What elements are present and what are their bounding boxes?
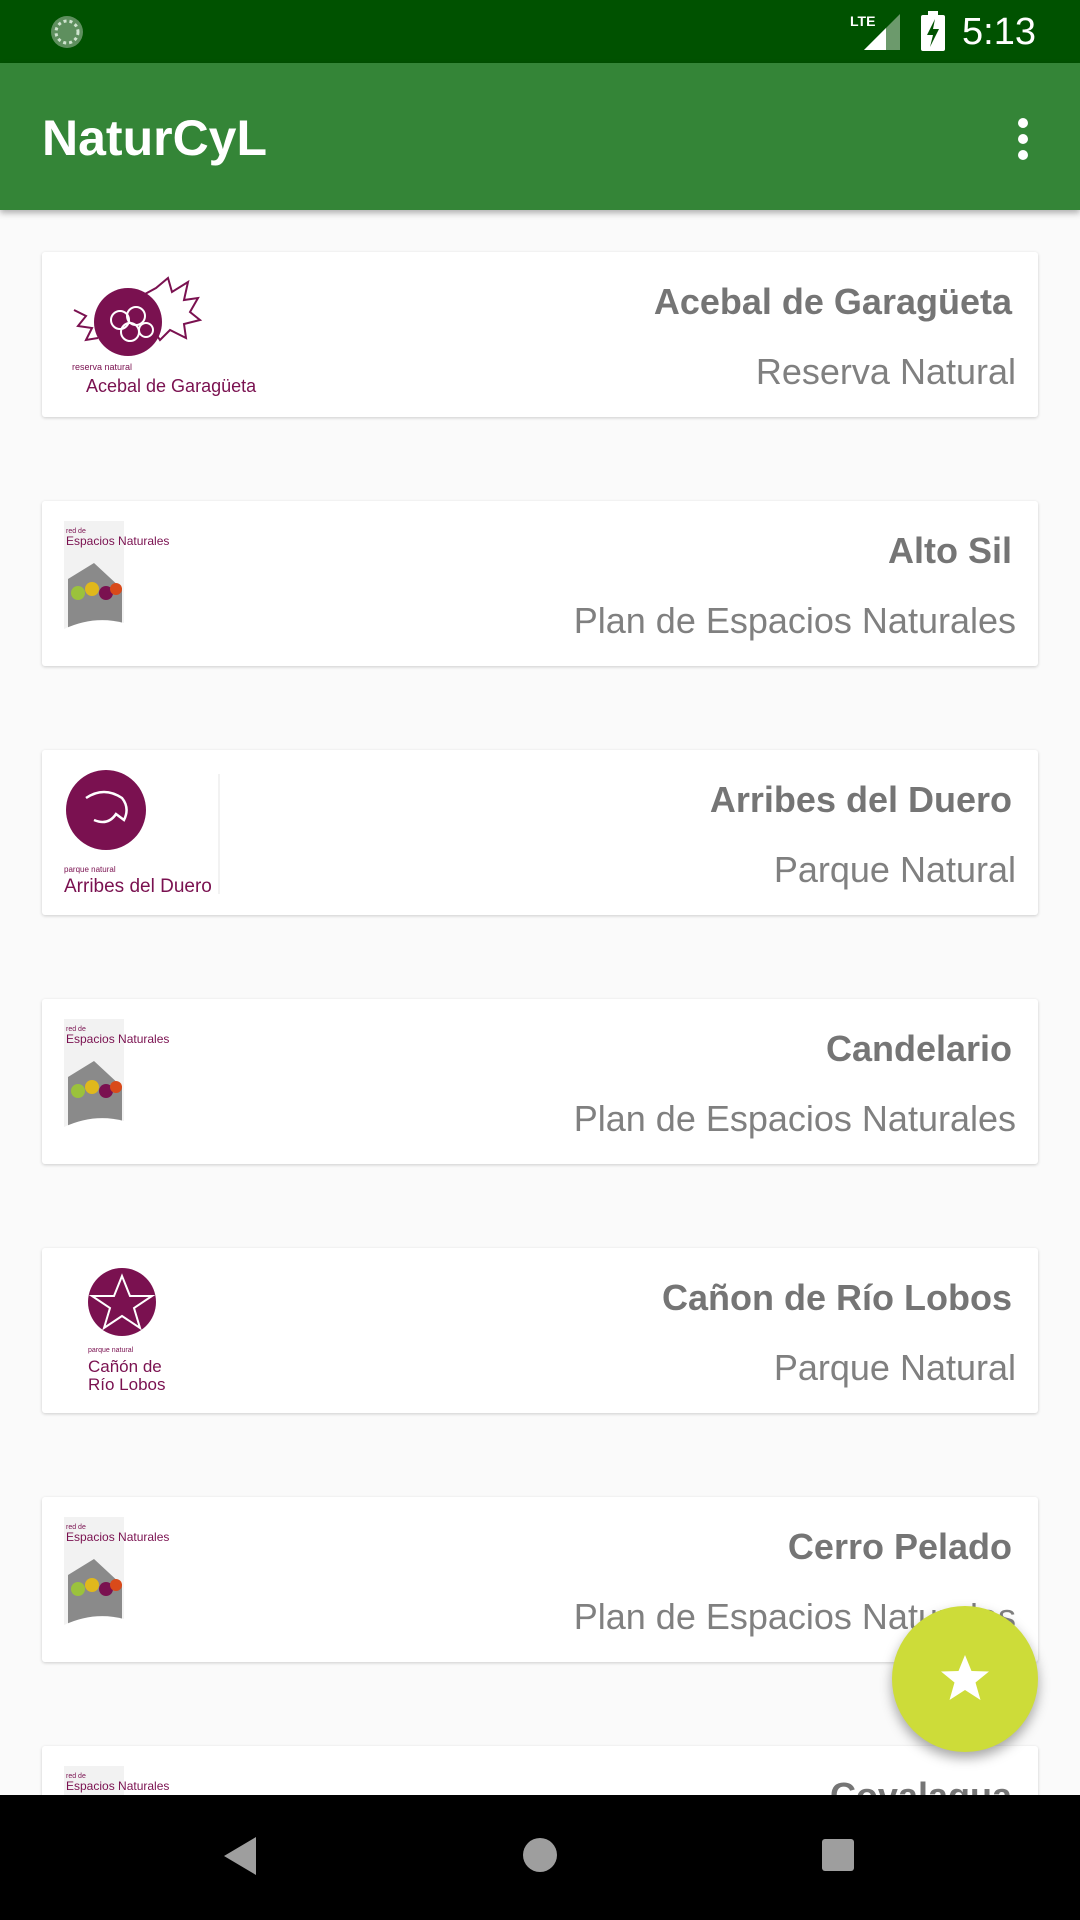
red-espacios-naturales-logo: red de Espacios Naturales — [64, 1517, 169, 1633]
svg-text:Espacios Naturales: Espacios Naturales — [66, 534, 169, 548]
red-espacios-naturales-logo: red de Espacios Naturales — [64, 1019, 169, 1135]
arribes-del-duero-logo: parque natural Arribes del Duero — [64, 770, 220, 897]
app-bar: NaturCyL — [0, 63, 1080, 210]
navigation-bar — [0, 1795, 1080, 1920]
star-icon — [941, 1655, 989, 1700]
recents-icon[interactable] — [820, 1837, 856, 1873]
list-item[interactable]: parque natural Cañón de Río Lobos Cañon … — [42, 1248, 1038, 1413]
svg-text:Espacios Naturales: Espacios Naturales — [66, 1032, 169, 1046]
home-icon[interactable] — [520, 1835, 560, 1875]
svg-text:Espacios Naturales: Espacios Naturales — [66, 1779, 169, 1793]
spaces-list[interactable]: reserva natural Acebal de Garagüeta Aceb… — [0, 210, 1080, 1795]
red-espacios-naturales-logo: red de Espacios Naturales — [64, 1766, 169, 1795]
list-item[interactable]: red de Espacios Naturales Alto Sil Plan … — [42, 501, 1038, 666]
space-name: Candelario — [825, 1028, 1012, 1069]
list-item[interactable]: red de Espacios Naturales Covalagua — [42, 1746, 1038, 1795]
svg-text:Cañón de: Cañón de — [88, 1357, 162, 1376]
overflow-menu-icon[interactable] — [1005, 115, 1041, 163]
acebal-de-garagueta-logo: reserva natural Acebal de Garagüeta — [72, 276, 257, 396]
lte-signal-icon: LTE — [850, 13, 900, 50]
back-icon[interactable] — [222, 1835, 258, 1877]
space-type: Parque Natural — [773, 1347, 1016, 1388]
canon-rio-lobos-logo: parque natural Cañón de Río Lobos — [88, 1268, 166, 1394]
svg-text:parque natural: parque natural — [88, 1347, 134, 1354]
lte-label: LTE — [850, 13, 875, 29]
status-time: 5:13 — [962, 11, 1036, 53]
space-name: Covalagua — [830, 1774, 1012, 1795]
svg-text:Espacios Naturales: Espacios Naturales — [66, 1530, 169, 1544]
space-type: Plan de Espacios Naturales — [573, 1098, 1016, 1139]
list-item[interactable]: parque natural Arribes del Duero Arribes… — [42, 750, 1038, 915]
list-item[interactable]: red de Espacios Naturales Cerro Pelado P… — [42, 1497, 1038, 1662]
space-name: Acebal de Garagüeta — [653, 281, 1012, 322]
status-bar: LTE 5:13 — [0, 0, 1080, 63]
list-item[interactable]: reserva natural Acebal de Garagüeta Aceb… — [42, 252, 1038, 417]
svg-text:Río Lobos: Río Lobos — [88, 1375, 166, 1394]
svg-text:reserva natural: reserva natural — [72, 362, 132, 372]
red-espacios-naturales-logo: red de Espacios Naturales — [64, 521, 169, 637]
space-name: Cerro Pelado — [787, 1526, 1012, 1567]
space-name: Cañon de Río Lobos — [662, 1277, 1012, 1318]
list-item[interactable]: red de Espacios Naturales Candelario Pla… — [42, 999, 1038, 1164]
app-title: NaturCyL — [42, 110, 268, 166]
sync-icon — [51, 16, 83, 48]
space-type: Plan de Espacios Naturales — [573, 600, 1016, 641]
space-type: Reserva Natural — [755, 351, 1016, 392]
favorites-fab[interactable] — [892, 1606, 1038, 1752]
space-type: Parque Natural — [773, 849, 1016, 890]
battery-charging-icon — [921, 11, 945, 51]
space-name: Alto Sil — [888, 530, 1012, 571]
svg-text:parque natural: parque natural — [64, 865, 116, 874]
svg-text:Arribes del Duero: Arribes del Duero — [64, 876, 212, 897]
svg-text:Acebal de Garagüeta: Acebal de Garagüeta — [86, 376, 257, 396]
space-name: Arribes del Duero — [709, 779, 1012, 820]
